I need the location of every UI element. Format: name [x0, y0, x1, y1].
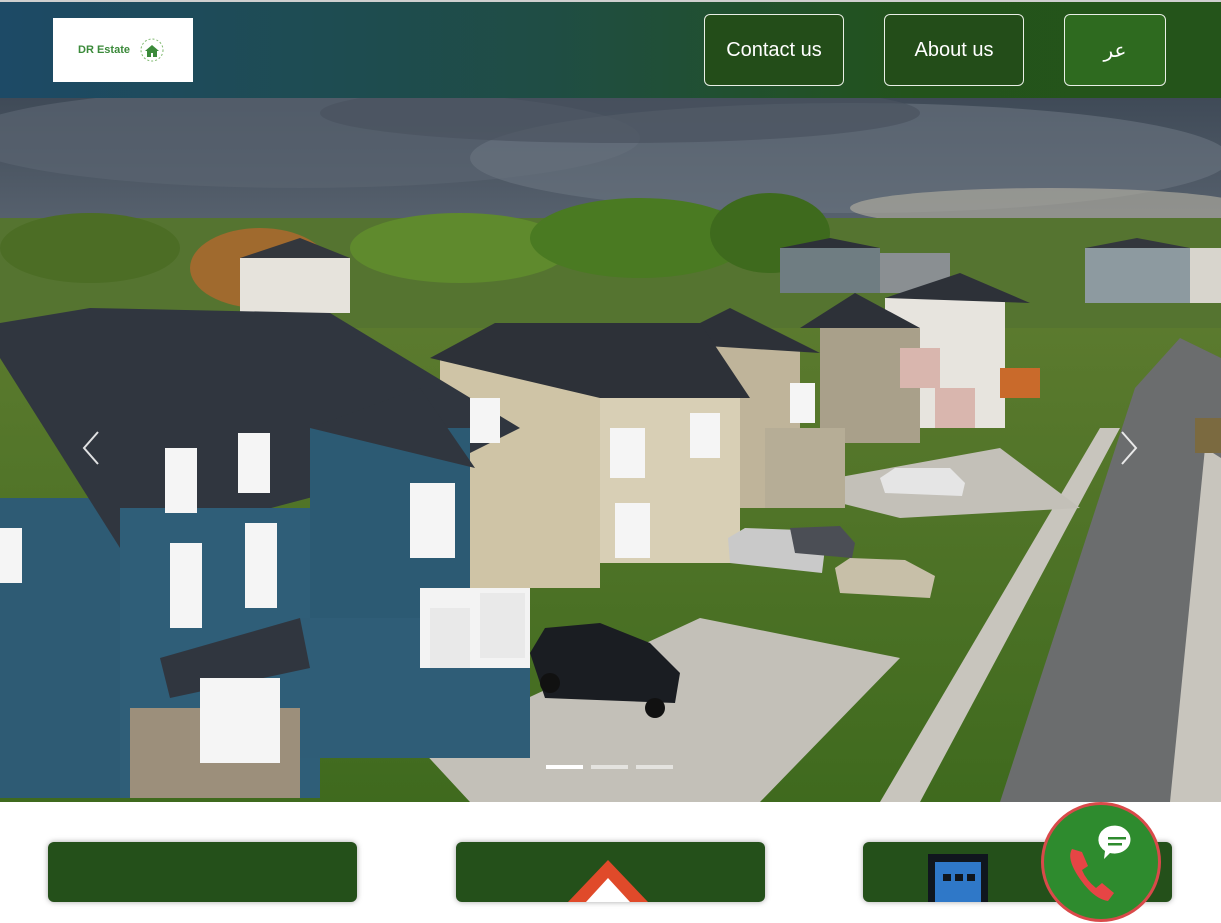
carousel-indicators [546, 765, 673, 769]
about-us-button[interactable]: About us [884, 14, 1024, 86]
feature-card-2[interactable] [456, 842, 765, 902]
carousel-next-button[interactable] [1114, 428, 1144, 468]
house-icon [568, 860, 648, 902]
carousel-indicator-1[interactable] [546, 765, 583, 769]
feature-cards [0, 802, 1221, 902]
hero-carousel [0, 98, 1221, 802]
carousel-indicator-3[interactable] [636, 765, 673, 769]
chevron-left-icon [82, 431, 99, 465]
logo-text: DR Estate [78, 44, 130, 56]
carousel-prev-button[interactable] [76, 428, 106, 468]
site-header: DR Estate Contact us About us عر [0, 2, 1221, 98]
logo-house-icon [140, 38, 164, 62]
contact-us-button[interactable]: Contact us [704, 14, 844, 86]
language-toggle-button[interactable]: عر [1064, 14, 1166, 86]
phone-chat-icon [1070, 825, 1131, 901]
carousel-indicator-2[interactable] [591, 765, 628, 769]
chat-call-button[interactable] [1041, 802, 1161, 922]
chevron-right-icon [1121, 431, 1138, 465]
site-logo[interactable]: DR Estate [53, 18, 193, 82]
hero-image [0, 98, 1221, 802]
feature-card-1[interactable] [48, 842, 357, 902]
